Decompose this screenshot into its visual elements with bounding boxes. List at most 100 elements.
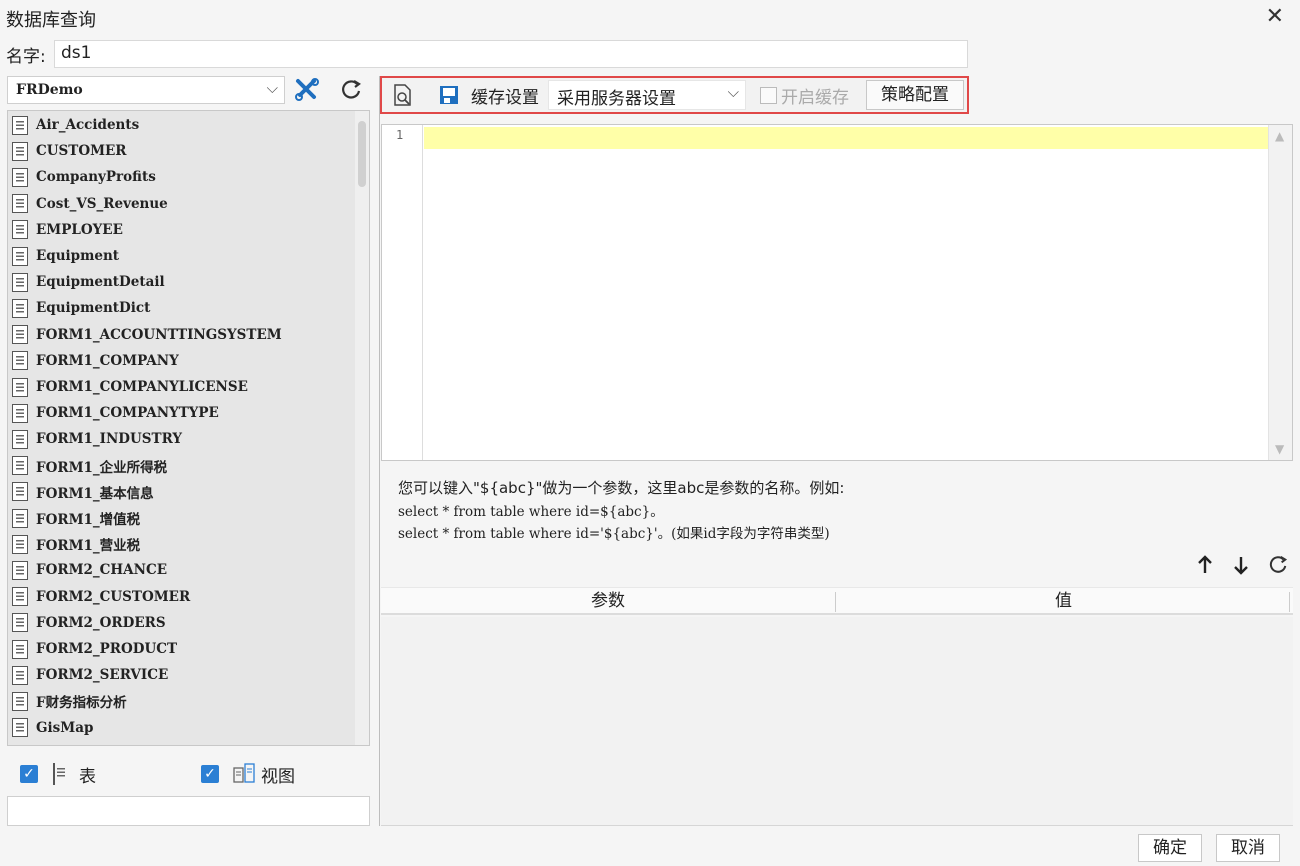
table-name: FORM2_PRODUCT [36, 641, 178, 657]
table-list-item[interactable]: FORM1_INDUSTRY [12, 426, 182, 452]
table-name: EquipmentDetail [36, 274, 165, 291]
param-hint-example-1: select * from table where id=${abc}。 [398, 504, 664, 520]
preview-icon[interactable] [390, 82, 416, 108]
table-list[interactable]: Air_Accidents CUSTOMER CompanyProfits Cost_… [7, 110, 370, 746]
enable-cache-label: 开启缓存 [781, 88, 849, 108]
name-input[interactable]: ds1 [54, 40, 968, 68]
table-list-item[interactable]: F财务指标分析 [12, 688, 127, 714]
table-icon [12, 534, 28, 554]
table-name: FORM1_COMPANY [36, 352, 179, 369]
table-name: GisMap [36, 719, 94, 736]
cache-icon[interactable] [436, 82, 462, 108]
table-list-item[interactable]: CompanyProfits [12, 164, 156, 190]
table-icon [12, 508, 28, 528]
table-list-item[interactable]: Equipment [12, 243, 119, 269]
table-list-item[interactable]: EquipmentDict [12, 295, 150, 321]
table-icon [12, 246, 28, 266]
table-list-item[interactable]: FORM1_营业税 [12, 531, 140, 557]
list-scrollbar[interactable] [355, 111, 369, 745]
table-name: FORM1_增值税 [36, 512, 141, 528]
table-name: CompanyProfits [36, 169, 156, 186]
table-list-item[interactable]: GisMap [12, 715, 93, 741]
refresh-params-icon[interactable] [1265, 552, 1291, 578]
list-scroll-thumb[interactable] [358, 121, 366, 187]
close-icon[interactable]: ✕ [1266, 4, 1284, 29]
table-list-item[interactable]: EquipmentDetail [12, 269, 165, 295]
view-checkbox[interactable]: ✓ [201, 765, 219, 783]
table-list-item[interactable]: CUSTOMER [12, 138, 127, 164]
table-name: FORM2_SERVICE [36, 667, 169, 684]
table-icon [12, 141, 28, 161]
column-divider[interactable] [1289, 592, 1290, 612]
cache-select-value: 采用服务器设置 [557, 89, 676, 109]
table-list-item[interactable]: FORM1_基本信息 [12, 479, 154, 505]
table-list-item[interactable]: FORM1_COMPANY [12, 348, 179, 374]
table-name: EquipmentDict [36, 300, 151, 317]
table-list-item[interactable]: EMPLOYEE [12, 217, 123, 243]
scroll-down-icon[interactable]: ▼ [1275, 442, 1284, 456]
datasource-value: FRDemo [16, 82, 83, 98]
table-list-item[interactable]: FORM2_CHANCE [12, 557, 167, 583]
table-name: FORM2_CHANCE [36, 562, 167, 579]
table-list-item[interactable]: FORM1_COMPANYLICENSE [12, 374, 248, 400]
table-list-item[interactable]: FORM2_SERVICE [12, 662, 168, 688]
table-icon [12, 115, 28, 135]
table-icon [12, 298, 28, 318]
arrow-down-icon[interactable] [1228, 552, 1254, 578]
scroll-up-icon[interactable]: ▲ [1275, 129, 1284, 143]
table-name: Air_Accidents [36, 117, 140, 133]
cancel-button[interactable]: 取消 [1216, 834, 1280, 862]
table-checkbox[interactable]: ✓ [20, 765, 38, 783]
table-list-item[interactable]: Air_Accidents [12, 112, 139, 138]
table-icon [12, 377, 28, 397]
current-line-highlight [424, 127, 1268, 149]
chevron-down-icon: ⌵ [266, 79, 278, 97]
datasource-select[interactable]: FRDemo ⌵ [7, 76, 285, 104]
table-icon [12, 482, 28, 502]
table-icon [12, 272, 28, 292]
table-name: FORM1_COMPANYTYPE [36, 405, 219, 422]
table-name: FORM1_营业税 [36, 538, 141, 555]
table-list-item[interactable]: FORM1_COMPANYTYPE [12, 400, 219, 426]
table-icon [12, 691, 28, 711]
enable-cache-checkbox[interactable]: 开启缓存 [760, 83, 849, 108]
table-name: EMPLOYEE [36, 221, 123, 238]
tools-icon[interactable] [292, 76, 322, 104]
arrow-up-icon[interactable] [1192, 552, 1218, 578]
view-filter-label: 视图 [261, 767, 295, 787]
param-hint-example-2: select * from table where id='${abc}'。(如… [398, 526, 830, 542]
table-list-item[interactable]: FORM2_ORDERS [12, 610, 166, 636]
ok-button[interactable]: 确定 [1138, 834, 1202, 862]
table-list-item[interactable]: FORM2_PRODUCT [12, 636, 177, 662]
table-name: Cost_VS_Revenue [36, 195, 168, 212]
sql-editor[interactable]: 1 ▲ ▼ [381, 124, 1293, 461]
param-table-body[interactable] [381, 617, 1293, 826]
table-list-item[interactable]: Cost_VS_Revenue [12, 191, 168, 217]
table-list-item[interactable]: FORM1_ACCOUNTTINGSYSTEM [12, 322, 282, 348]
table-icon [12, 194, 28, 214]
table-name: CUSTOMER [36, 143, 127, 160]
table-icon [12, 220, 28, 240]
refresh-icon[interactable] [336, 76, 366, 104]
param-column-header[interactable]: 参数 [381, 588, 835, 614]
line-gutter: 1 [382, 125, 423, 460]
value-column-header[interactable]: 值 [836, 588, 1291, 614]
table-icon [12, 403, 28, 423]
cache-settings-select[interactable]: 采用服务器设置 ⌵ [548, 80, 746, 110]
table-icon [12, 456, 28, 476]
chevron-down-icon: ⌵ [727, 83, 739, 101]
checkbox-box[interactable] [760, 87, 777, 104]
window-title: 数据库查询 [6, 10, 96, 31]
editor-scrollbar[interactable]: ▲ ▼ [1268, 125, 1292, 460]
table-list-item[interactable]: FORM1_增值税 [12, 505, 140, 531]
table-icon [12, 665, 28, 685]
table-name: Equipment [36, 248, 120, 264]
table-icon [12, 613, 28, 633]
table-icon [12, 167, 28, 187]
table-filter-label: 表 [79, 767, 96, 787]
table-name: FORM1_INDUSTRY [36, 431, 183, 448]
table-list-item[interactable]: FORM1_企业所得税 [12, 453, 167, 479]
strategy-config-button[interactable]: 策略配置 [866, 80, 964, 110]
table-search-input[interactable] [7, 796, 370, 826]
table-list-item[interactable]: FORM2_CUSTOMER [12, 584, 190, 610]
